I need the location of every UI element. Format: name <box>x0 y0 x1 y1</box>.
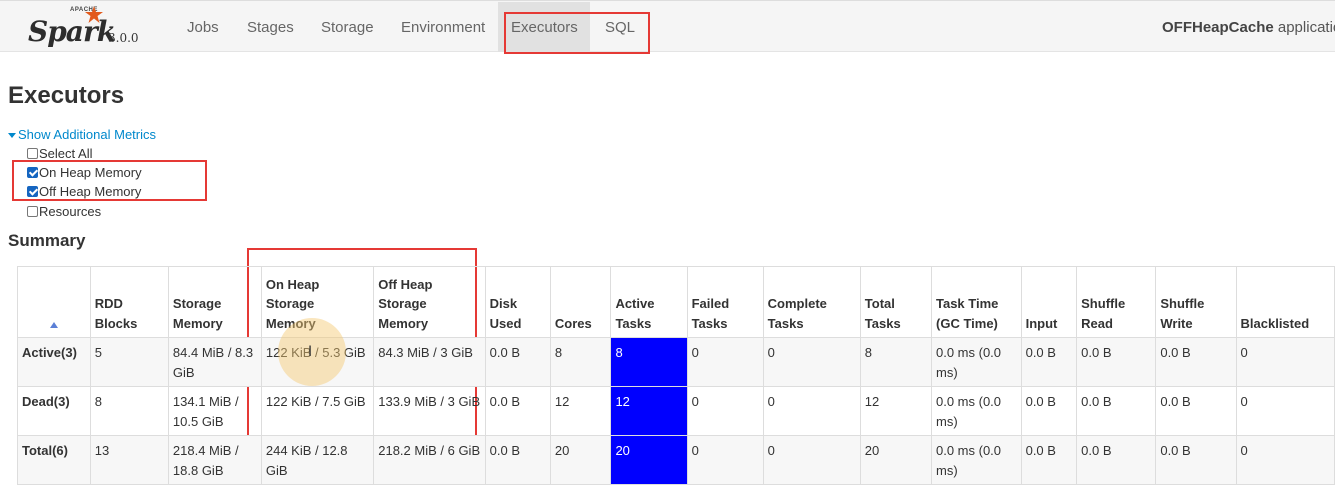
app-title: OFFHeapCache applicatio <box>1162 19 1335 36</box>
nav-tab-storage[interactable]: Storage <box>321 19 374 36</box>
table-cell: 12 <box>549 386 612 436</box>
summary-heading: Summary <box>8 231 86 250</box>
column-header-active-tasks[interactable]: Active Tasks <box>610 266 688 338</box>
nav-tab-environment[interactable]: Environment <box>401 19 485 36</box>
table-row: Total(6) 13 218.4 MiB / 18.8 GiB 244 KiB… <box>17 435 1335 485</box>
table-cell: 133.9 MiB / 3 GiB <box>373 386 486 436</box>
table-cell: 84.4 MiB / 8.3 GiB <box>167 337 262 387</box>
table-cell: 0.0 ms (0.0 ms) <box>931 337 1022 387</box>
nav-tab-jobs[interactable]: Jobs <box>187 19 219 36</box>
table-cell: 0 <box>1235 386 1335 436</box>
checkbox-label: On Heap Memory <box>39 165 142 180</box>
table-cell: 0 <box>686 386 764 436</box>
table-cell: 244 KiB / 12.8 GiB <box>260 435 375 485</box>
checkbox-label: Off Heap Memory <box>39 184 142 199</box>
table-header-row: RDD Blocks Storage Memory On Heap Storage Me… <box>17 266 1335 338</box>
app-suffix: applicatio <box>1273 19 1335 36</box>
active-tasks-cell: 20 <box>610 435 688 485</box>
table-cell: 0 <box>762 337 861 387</box>
column-header-failed-tasks[interactable]: Failed Tasks <box>686 266 764 338</box>
nav-tab-stages[interactable]: Stages <box>247 19 294 36</box>
column-header-input[interactable]: Input <box>1020 266 1078 338</box>
active-tasks-cell: 8 <box>610 337 688 387</box>
table-cell: 0 <box>1235 337 1335 387</box>
table-cell: 13 <box>89 435 169 485</box>
table-cell: 0.0 B <box>1020 386 1078 436</box>
executors-summary-table: RDD Blocks Storage Memory On Heap Storage Me… <box>17 266 1335 485</box>
table-row: Active(3) 5 84.4 MiB / 8.3 GiB 122 KiB /… <box>17 337 1335 387</box>
column-header-task-time[interactable]: Task Time (GC Time) <box>931 266 1022 338</box>
table-cell: 5 <box>89 337 169 387</box>
column-header-complete-tasks[interactable]: Complete Tasks <box>762 266 861 338</box>
column-header-disk-used[interactable]: Disk Used <box>484 266 551 338</box>
table-cell: 20 <box>859 435 933 485</box>
column-header-off-heap-storage-memory[interactable]: Off Heap Storage Memory <box>373 266 486 338</box>
table-cell: 20 <box>549 435 612 485</box>
column-header-shuffle-write[interactable]: Shuffle Write <box>1155 266 1237 338</box>
spark-logo[interactable]: APACHE Spark 3.0.0 <box>26 5 139 48</box>
table-cell: 0 <box>762 435 861 485</box>
checkbox-resources[interactable]: Resources <box>27 203 101 221</box>
sort-ascending-icon[interactable] <box>49 321 58 328</box>
column-header-storage-memory[interactable]: Storage Memory <box>167 266 262 338</box>
show-additional-metrics-label: Show Additional Metrics <box>18 127 157 142</box>
table-cell: 0.0 B <box>1020 435 1078 485</box>
table-cell: 0 <box>686 435 764 485</box>
active-tasks-cell: 12 <box>610 386 688 436</box>
table-cell: 218.4 MiB / 18.8 GiB <box>167 435 262 485</box>
column-header-sort[interactable] <box>17 266 91 338</box>
table-cell: 0.0 ms (0.0 ms) <box>931 386 1022 436</box>
checkbox-label: Resources <box>39 204 102 219</box>
checkbox-checked-icon[interactable] <box>27 167 38 179</box>
top-navbar: APACHE Spark 3.0.0 Jobs Stages Storage E… <box>0 0 1335 52</box>
table-cell: 8 <box>549 337 612 387</box>
row-label: Total(6) <box>17 435 91 485</box>
checkbox-off-heap-memory[interactable]: Off Heap Memory <box>27 183 141 201</box>
table-cell: 8 <box>859 337 933 387</box>
table-cell: 218.2 MiB / 6 GiB <box>373 435 486 485</box>
column-header-rdd-blocks[interactable]: RDD Blocks <box>89 266 169 338</box>
column-header-total-tasks[interactable]: Total Tasks <box>859 266 933 338</box>
table-cell: 0.0 B <box>1155 435 1237 485</box>
table-cell: 0.0 B <box>1155 386 1237 436</box>
table-cell: 0 <box>762 386 861 436</box>
checkbox-on-heap-memory[interactable]: On Heap Memory <box>27 164 142 182</box>
column-header-shuffle-read[interactable]: Shuffle Read <box>1076 266 1157 338</box>
checkbox-icon[interactable] <box>27 206 38 218</box>
table-cell: 0.0 ms (0.0 ms) <box>931 435 1022 485</box>
checkbox-icon[interactable] <box>27 148 38 160</box>
table-cell: 0.0 B <box>484 337 551 387</box>
table-cell: 122 KiB / 7.5 GiB <box>260 386 375 436</box>
row-label: Dead(3) <box>17 386 91 436</box>
column-header-blacklisted[interactable]: Blacklisted <box>1235 266 1335 338</box>
table-cell: 0.0 B <box>484 386 551 436</box>
table-cell: 8 <box>89 386 169 436</box>
spark-version: 3.0.0 <box>108 31 139 45</box>
table-cell: 0 <box>686 337 764 387</box>
table-row: Dead(3) 8 134.1 MiB / 10.5 GiB 122 KiB /… <box>17 386 1335 436</box>
column-header-on-heap-storage-memory[interactable]: On Heap Storage Memory <box>260 266 375 338</box>
table-cell: 0.0 B <box>484 435 551 485</box>
app-name: OFFHeapCache <box>1162 19 1274 36</box>
table-cell: 12 <box>859 386 933 436</box>
table-cell: 122 KiB / 5.3 GiB <box>260 337 375 387</box>
caret-down-icon <box>8 133 16 139</box>
table-cell: 84.3 MiB / 3 GiB <box>373 337 486 387</box>
annotation-box-tabs <box>504 12 650 54</box>
table-cell: 0.0 B <box>1020 337 1078 387</box>
table-cell: 0.0 B <box>1076 435 1157 485</box>
table-cell: 0.0 B <box>1155 337 1237 387</box>
page-title: Executors <box>8 82 125 109</box>
row-label: Active(3) <box>17 337 91 387</box>
table-cell: 134.1 MiB / 10.5 GiB <box>167 386 262 436</box>
column-header-cores[interactable]: Cores <box>549 266 612 338</box>
table-cell: 0.0 B <box>1076 386 1157 436</box>
table-cell: 0.0 B <box>1076 337 1157 387</box>
checkbox-select-all[interactable]: Select All <box>27 145 92 163</box>
table-cell: 0 <box>1235 435 1335 485</box>
checkbox-label: Select All <box>39 146 93 161</box>
checkbox-checked-icon[interactable] <box>27 186 38 198</box>
brand-name: Spark <box>28 15 116 48</box>
show-additional-metrics-link[interactable]: Show Additional Metrics <box>8 127 156 142</box>
